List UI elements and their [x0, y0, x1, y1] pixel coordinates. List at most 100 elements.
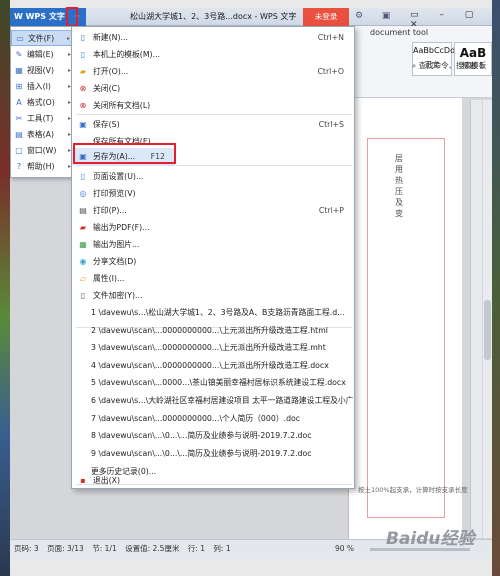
shortcut-label: Ctrl+S	[318, 120, 344, 129]
file-menu-label: 页面设置(U)...	[93, 172, 144, 181]
file-menu-item-12[interactable]: ▦ 输出为图片...	[72, 236, 354, 253]
recent-file-item[interactable]: 7 \davewu\scan\...0000000000...\个人简历（000…	[72, 410, 354, 427]
recent-file-item[interactable]: 2 \davewu\scan\...0000000000...\上元派出所升级改…	[72, 322, 354, 339]
file-menu-label: 新建(N)...	[93, 33, 128, 42]
app-menu-item-5[interactable]: ✂ 工具(T) ▸	[11, 111, 76, 127]
file-menu-label: 打印预览(V)	[93, 189, 136, 198]
encrypt-icon: ▯	[80, 291, 86, 300]
recent-file-item[interactable]: 8 \davewu\scan\...\0...\...简历及业绩参与说明-201…	[72, 427, 354, 444]
document-bottom-text: 按土100%起支承，计算时按支承长度不小于6cm...	[358, 486, 468, 494]
app-menu-label: 视图(V)	[27, 66, 55, 75]
image-export-icon: ▦	[79, 240, 87, 249]
file-menu-label: 关闭(C)	[93, 84, 121, 93]
file-menu-label: 分享文档(D)	[93, 257, 137, 266]
exit-icon: ▪	[80, 476, 86, 485]
title-bar: W WPS 文字 ▾ 松山湖大学城1、2、3号路...docx - WPS 文字…	[10, 8, 492, 30]
recent-file-item[interactable]: 3 \davewu\scan\...0000000000...\上元派出所升级改…	[72, 339, 354, 356]
file-menu-item-10[interactable]: ▤ 打印(P)... Ctrl+P	[72, 202, 354, 219]
app-menu-label: 格式(O)	[27, 98, 55, 107]
status-pages: 页面: 3/13	[47, 544, 84, 553]
wps-logo-icon: W	[14, 12, 26, 21]
scrollbar-thumb[interactable]	[484, 300, 491, 360]
status-page: 页码: 3	[14, 544, 39, 553]
view-icon: ▦	[15, 66, 23, 75]
recent-file-item[interactable]: 4 \davewu\scan\...0000000000...\上元派出所升级改…	[72, 357, 354, 374]
file-menu-label: 打开(O)...	[93, 67, 129, 76]
file-menu-label: 打印(P)...	[93, 206, 127, 215]
tools-icon: ✂	[15, 114, 23, 123]
file-menu-label: 保存(S)	[93, 120, 120, 129]
shortcut-label: Ctrl+P	[318, 206, 344, 215]
file-menu-label: 退出(X)	[93, 476, 121, 485]
app-menu-item-7[interactable]: ▢ 窗口(W) ▸	[11, 143, 76, 159]
share-icon: ◉	[79, 257, 87, 266]
status-position: 设置值: 2.5厘米	[125, 544, 180, 553]
app-menu-label: 文件(F)	[28, 34, 55, 43]
file-menu-item-9[interactable]: ◎ 打印预览(V)	[72, 185, 354, 202]
close-all-icon: ⊗	[79, 101, 87, 110]
file-menu-item-15[interactable]: ▯ 文件加密(Y)...	[72, 287, 354, 304]
pdf-icon: ▰	[79, 223, 87, 232]
command-search[interactable]: ⌕ 查找命令、搜索模板	[412, 60, 486, 71]
file-menu-item-3[interactable]: ⊗ 关闭(C)	[72, 80, 354, 97]
print-preview-icon: ◎	[79, 189, 87, 198]
recent-file-item[interactable]: 9 \davewu\scan\...\0...\...简历及业绩参与说明-201…	[72, 445, 354, 462]
baidu-watermark: Baidu经验	[386, 529, 475, 549]
recent-file-item[interactable]: 6 \davewu\s...\大岭湖社区幸福村居建设项目 太平一路道路建设工程及…	[72, 392, 354, 409]
app-menu-label: 插入(I)	[27, 82, 51, 91]
file-menu-item-8[interactable]: ▯ 页面设置(U)...	[72, 168, 354, 185]
file-menu-item-11[interactable]: ▰ 输出为PDF(F)...	[72, 219, 354, 236]
file-menu-item-5[interactable]: ▣ 保存(S) Ctrl+S	[72, 116, 354, 133]
status-column: 列: 1	[213, 544, 231, 553]
menu-separator	[76, 114, 352, 115]
zoom-level[interactable]: 90 %	[335, 540, 354, 558]
file-menu-label: 属性(I)...	[93, 274, 125, 283]
app-menu-label: 表格(A)	[27, 130, 55, 139]
app-menu-label: 编辑(E)	[27, 50, 54, 59]
open-folder-icon: ▰	[79, 67, 87, 76]
print-icon: ▤	[79, 206, 87, 215]
edit-icon: ✎	[15, 50, 23, 59]
file-menu-label: 输出为图片...	[93, 240, 140, 249]
app-menu-item-2[interactable]: ▦ 视图(V) ▸	[11, 63, 76, 79]
vertical-ruler	[470, 100, 482, 538]
shortcut-label: Ctrl+N	[317, 33, 344, 42]
login-button[interactable]: 未登录	[303, 8, 349, 26]
file-menu-item-13[interactable]: ◉ 分享文档(D)	[72, 253, 354, 270]
recent-file-item[interactable]: 1 \davewu\s...\松山湖大学城1、2、3号路及A、B支路沥青路面工程…	[72, 304, 354, 321]
file-menu-label: 文件加密(Y)...	[93, 291, 143, 300]
exit-menu-item[interactable]: ▪ 退出(X)	[72, 472, 354, 489]
format-icon: A	[16, 98, 22, 107]
tab-document-tool[interactable]: document tool	[370, 28, 428, 37]
file-menu-item-4[interactable]: ⊗ 关闭所有文档(L)	[72, 97, 354, 114]
app-menu-item-0[interactable]: ▭ 文件(F) ▸	[11, 30, 76, 46]
search-icon: ⌕	[412, 61, 419, 70]
app-menu-label: 帮助(H)	[27, 162, 55, 171]
desktop-background-right	[492, 0, 500, 576]
status-line: 行: 1	[187, 544, 206, 553]
file-menu-item-14[interactable]: ▱ 属性(I)...	[72, 270, 354, 287]
app-menu-item-6[interactable]: ▤ 表格(A) ▸	[11, 127, 76, 143]
template-icon: ▯	[80, 50, 86, 59]
recent-file-item[interactable]: 5 \davewu\scan\...0000...\茶山镇美丽幸福村居标识系统建…	[72, 374, 354, 391]
file-menu-label: 输出为PDF(F)...	[93, 223, 150, 232]
file-menu-item-2[interactable]: ▰ 打开(O)... Ctrl+O	[72, 63, 354, 80]
table-icon: ▤	[15, 130, 23, 139]
wps-app-button[interactable]: W WPS 文字	[10, 8, 68, 26]
app-menu-item-3[interactable]: ⊞ 插入(I) ▸	[11, 79, 76, 95]
file-menu-item-1[interactable]: ▯ 本机上的模板(M)...	[72, 46, 354, 63]
document-page[interactable]: 层 用 热 压 及 变	[348, 98, 462, 539]
window-icon: ▢	[15, 146, 23, 155]
file-menu-item-0[interactable]: ▯ 新建(N)... Ctrl+N	[72, 29, 354, 46]
insert-icon: ⊞	[15, 82, 23, 91]
app-menu-item-4[interactable]: A 格式(O) ▸	[11, 95, 76, 111]
file-menu-label: 关闭所有文档(L)	[93, 101, 151, 110]
document-title: 松山湖大学城1、2、3号路...docx - WPS 文字	[130, 12, 297, 21]
file-icon: ▭	[16, 34, 24, 43]
app-menu-item-1[interactable]: ✎ 编辑(E) ▸	[11, 47, 76, 63]
text-frame	[367, 138, 445, 518]
app-menu-item-8[interactable]: ? 帮助(H) ▸	[11, 159, 76, 175]
close-doc-icon: ⊗	[79, 84, 87, 93]
page-setup-icon: ▯	[80, 172, 86, 181]
titlebar-tool-icons[interactable]: ⚙ ▣	[355, 11, 398, 21]
